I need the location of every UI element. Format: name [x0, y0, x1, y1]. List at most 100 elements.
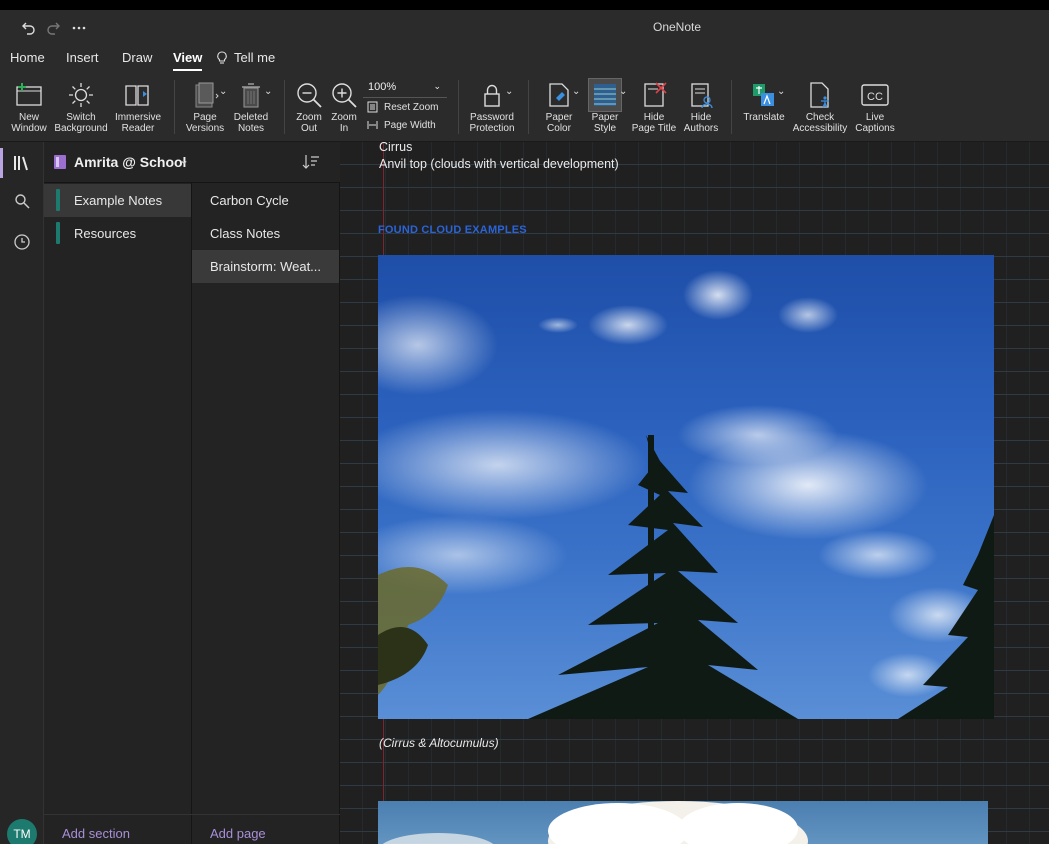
cloud-photo-cumulus[interactable]: [378, 801, 988, 844]
ribbon-separator: [528, 80, 529, 134]
page-label: Class Notes: [210, 226, 281, 241]
page-icon: [367, 101, 378, 113]
page-class-notes[interactable]: Class Notes: [192, 217, 339, 250]
title-bar: OneNote: [0, 10, 1049, 46]
section-color-tab: [56, 189, 60, 211]
notebook-header: Amrita @ School ⌄: [44, 142, 340, 183]
pages-panel: Carbon Cycle Class Notes Brainstorm: Wea…: [192, 142, 340, 844]
reset-zoom-button[interactable]: Reset Zoom: [367, 101, 438, 113]
zoom-out-button[interactable]: Zoom Out: [292, 78, 326, 134]
new-window-icon: [12, 78, 46, 112]
immersive-reader-button[interactable]: Immersive Reader: [112, 78, 164, 134]
note-canvas[interactable]: Cirrus Anvil top (clouds with vertical d…: [340, 142, 1049, 844]
note-heading[interactable]: FOUND CLOUD EXAMPLES: [378, 224, 527, 236]
footer-divider: [44, 814, 340, 815]
tell-me-label: Tell me: [234, 50, 276, 65]
sections-panel: Example Notes Resources: [44, 142, 192, 844]
library-icon: [14, 156, 28, 171]
ribbon-separator: [731, 80, 732, 134]
live-captions-label: Live Captions: [855, 112, 895, 134]
search-icon: [15, 194, 30, 209]
zoom-level-value: 100%: [368, 81, 397, 93]
switch-background-label: Switch Background: [54, 112, 108, 134]
immersive-reader-icon: [121, 78, 155, 112]
paper-color-label: Paper Color: [545, 112, 573, 134]
window-top-strip: [0, 0, 1049, 10]
closed-captions-icon: CC: [858, 78, 892, 112]
password-protection-label: Password Protection: [469, 112, 515, 134]
paper-color-dropdown-icon[interactable]: ⌄: [572, 86, 580, 97]
navigation-rail: [0, 142, 44, 844]
paper-color-icon: [542, 78, 576, 112]
zoom-in-icon: [327, 78, 361, 112]
page-brainstorm[interactable]: Brainstorm: Weat...: [192, 250, 339, 283]
note-line-anvil-top[interactable]: Anvil top (clouds with vertical developm…: [379, 157, 619, 171]
lock-icon: [475, 78, 509, 112]
hide-page-title-button[interactable]: Hide Page Title: [629, 78, 679, 134]
new-window-button[interactable]: New Window: [8, 78, 50, 134]
zoom-in-button[interactable]: Zoom In: [327, 78, 361, 134]
hide-page-title-icon: [637, 78, 671, 112]
add-page-button[interactable]: Add page: [210, 826, 266, 841]
zoom-in-label: Zoom In: [331, 112, 357, 134]
accessibility-icon: [803, 78, 837, 112]
section-example-notes[interactable]: Example Notes: [44, 184, 191, 217]
hide-page-title-label: Hide Page Title: [631, 112, 677, 134]
trash-icon: [234, 78, 268, 112]
clock-icon: [14, 234, 30, 250]
page-width-icon: [367, 121, 378, 129]
new-window-label: New Window: [11, 112, 47, 134]
menu-bar: Home Insert Draw View Tell me: [0, 46, 1049, 72]
search-button[interactable]: [0, 182, 44, 220]
page-label: Carbon Cycle: [210, 193, 289, 208]
deleted-notes-dropdown-icon[interactable]: ⌄: [264, 86, 272, 97]
page-versions-dropdown-icon[interactable]: ⌄: [219, 86, 227, 97]
ribbon-separator: [284, 80, 285, 134]
tab-draw[interactable]: Draw: [122, 50, 152, 65]
section-label: Example Notes: [74, 193, 163, 208]
notebooks-button[interactable]: [0, 144, 44, 182]
ribbon: New Window Switch Background Immersive R…: [0, 72, 1049, 142]
translate-dropdown-icon[interactable]: ⌄: [777, 86, 785, 97]
live-captions-button[interactable]: CC Live Captions: [853, 78, 897, 134]
cloud-photo-cirrus[interactable]: [378, 255, 994, 719]
check-accessibility-button[interactable]: Check Accessibility: [790, 78, 850, 134]
translate-icon: [747, 78, 781, 112]
deleted-notes-label: Deleted Notes: [233, 112, 269, 134]
add-section-button[interactable]: Add section: [62, 826, 130, 841]
tab-home[interactable]: Home: [10, 50, 45, 65]
photo-caption[interactable]: (Cirrus & Altocumulus): [379, 736, 499, 750]
immersive-reader-label: Immersive Reader: [114, 112, 162, 134]
tab-insert[interactable]: Insert: [66, 50, 99, 65]
page-width-button[interactable]: Page Width: [367, 119, 436, 131]
ribbon-separator: [458, 80, 459, 134]
tab-view[interactable]: View: [173, 50, 203, 71]
cirrus-photo-drawing: [378, 270, 994, 719]
check-accessibility-label: Check Accessibility: [792, 112, 848, 134]
paper-style-icon: [588, 78, 622, 112]
hide-authors-label: Hide Authors: [683, 112, 719, 134]
hide-authors-button[interactable]: Hide Authors: [681, 78, 721, 134]
svg-text:CC: CC: [867, 91, 883, 103]
recent-notes-button[interactable]: [0, 223, 44, 261]
switch-background-button[interactable]: Switch Background: [52, 78, 110, 134]
translate-button[interactable]: Translate: [738, 78, 790, 123]
section-label: Resources: [74, 226, 137, 241]
notebook-name[interactable]: Amrita @ School: [74, 154, 186, 170]
section-resources[interactable]: Resources: [44, 217, 191, 250]
page-versions-label: Page Versions: [185, 112, 225, 134]
chevron-down-icon[interactable]: ⌄: [179, 153, 189, 167]
page-label: Brainstorm: Weat...: [210, 259, 322, 274]
page-versions-icon: [188, 78, 222, 112]
paper-style-label: Paper Style: [591, 112, 619, 134]
paper-style-dropdown-icon[interactable]: ⌄: [619, 86, 627, 97]
sort-icon[interactable]: [302, 153, 320, 171]
avatar[interactable]: TM: [7, 819, 37, 844]
zoom-level-select[interactable]: 100% ⌄: [363, 78, 447, 98]
page-carbon-cycle[interactable]: Carbon Cycle: [192, 184, 339, 217]
tell-me[interactable]: Tell me: [216, 50, 275, 65]
note-line-cirrus[interactable]: Cirrus: [379, 142, 412, 154]
password-dropdown-icon[interactable]: ⌄: [505, 86, 513, 97]
app-title: OneNote: [652, 20, 702, 34]
sun-icon: [64, 78, 98, 112]
